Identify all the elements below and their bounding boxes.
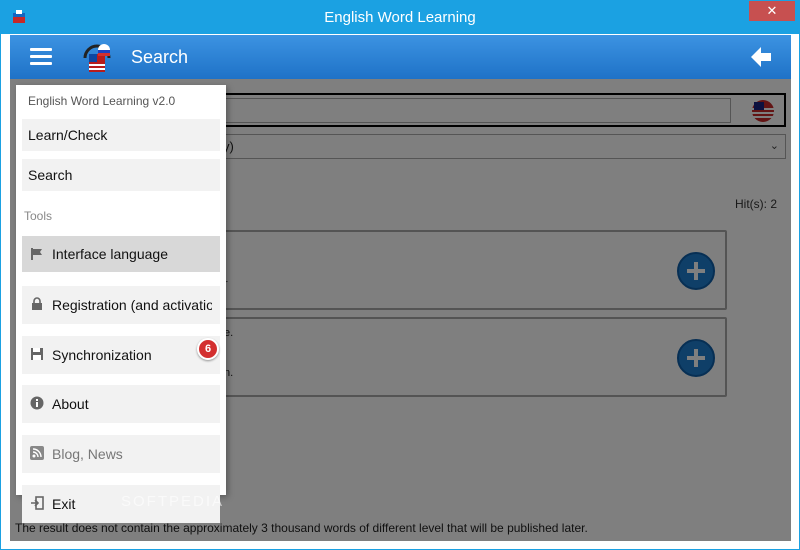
- rss-icon: [30, 446, 44, 460]
- hamburger-menu-icon[interactable]: [30, 48, 52, 66]
- exit-icon: [31, 496, 44, 510]
- menu-item-synchronization[interactable]: Synchronization: [22, 336, 220, 374]
- menu-item-blog-news[interactable]: Blog, News: [22, 435, 220, 473]
- menu-item-learn-check[interactable]: Learn/Check: [22, 119, 220, 151]
- section-label-tools: Tools: [24, 209, 53, 223]
- page-title: Search: [131, 47, 189, 67]
- menu-item-label: Interface language: [52, 246, 168, 262]
- menu-item-label: Search: [28, 167, 73, 183]
- menu-item-about[interactable]: About: [22, 385, 220, 423]
- flag-icon: [31, 248, 42, 260]
- lock-icon: [32, 297, 42, 310]
- menu-item-label: Blog, News: [52, 446, 123, 462]
- window-title: English Word Learning: [324, 9, 476, 26]
- menu-item-label: Registration (and activation): [52, 297, 212, 313]
- drawer-header: English Word Learning v2.0: [28, 94, 176, 108]
- app-logo-icon: [83, 44, 111, 72]
- menu-item-interface-language[interactable]: Interface language: [22, 236, 220, 272]
- menu-item-label: Synchronization: [52, 347, 152, 363]
- menu-item-label: About: [52, 396, 89, 412]
- app-window: English Word Learning ✕ Search English W…: [0, 0, 800, 550]
- info-icon: [30, 396, 44, 410]
- title-bar: English Word Learning ✕: [1, 1, 799, 34]
- menu-item-search[interactable]: Search: [22, 159, 220, 191]
- back-arrow-icon[interactable]: [749, 45, 773, 69]
- save-icon: [31, 348, 43, 360]
- menu-item-registration[interactable]: Registration (and activation): [22, 286, 220, 324]
- notification-badge: 6: [197, 338, 219, 360]
- app-header: Search: [10, 35, 791, 79]
- close-button[interactable]: ✕: [749, 1, 795, 21]
- watermark: SOFTPEDIA: [121, 493, 225, 510]
- menu-item-label: Learn/Check: [28, 127, 108, 143]
- navigation-drawer: English Word Learning v2.0 Learn/Check S…: [16, 85, 226, 523]
